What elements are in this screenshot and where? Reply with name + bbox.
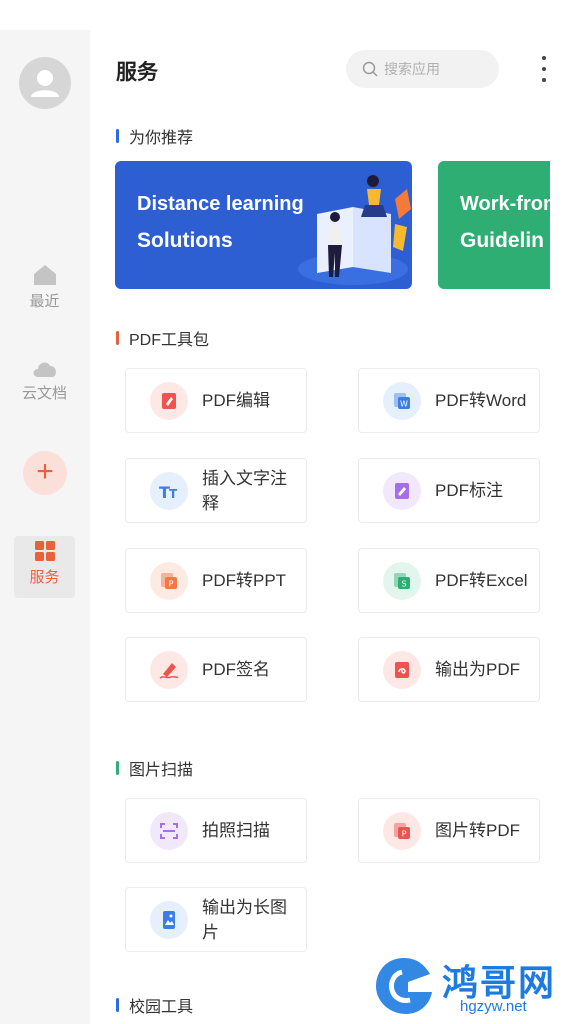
banner-work-from-home[interactable]: Work-from Guidelin — [438, 161, 550, 289]
tool-pdf-to-word[interactable]: W PDF转Word — [358, 368, 540, 433]
user-icon — [31, 70, 59, 97]
more-menu-icon[interactable] — [536, 56, 552, 82]
search-input[interactable]: 搜索应用 — [346, 50, 499, 88]
section-title: PDF工具包 — [129, 332, 210, 349]
tool-label: 图片转PDF — [435, 821, 520, 840]
pdf-markup-icon — [383, 471, 421, 510]
watermark: 鸿哥网 hgzyw.net — [372, 952, 572, 1020]
text-annotation-icon: TT — [150, 471, 188, 510]
add-button[interactable]: + — [23, 451, 67, 495]
tool-label: PDF转PPT — [202, 571, 287, 590]
search-placeholder: 搜索应用 — [384, 61, 440, 77]
sidebar: 最近 云文档 + 服务 — [0, 30, 90, 1024]
svg-text:S: S — [401, 579, 406, 588]
svg-text:W: W — [400, 399, 408, 408]
tool-pdf-to-ppt[interactable]: P PDF转PPT — [125, 548, 307, 613]
tool-label: PDF标注 — [435, 481, 503, 500]
tool-label: 拍照扫描 — [202, 821, 270, 840]
tool-label: PDF签名 — [202, 660, 270, 679]
page-title: 服务 — [116, 61, 158, 84]
section-title: 为你推荐 — [129, 130, 194, 147]
pdf-to-ppt-icon: P — [150, 561, 188, 600]
grid-icon — [34, 541, 55, 561]
tool-export-pdf[interactable]: 输出为PDF — [358, 637, 540, 702]
section-recommend: 为你推荐 — [116, 124, 193, 148]
section-campus-tools: 校园工具 — [116, 993, 193, 1017]
tool-pdf-sign[interactable]: PDF签名 — [125, 637, 307, 702]
tool-image-to-pdf[interactable]: P 图片转PDF — [358, 798, 540, 863]
avatar[interactable] — [19, 57, 71, 109]
tool-label: 输出为长图片 — [202, 897, 287, 942]
pdf-to-word-icon: W — [383, 381, 421, 420]
tool-pdf-edit[interactable]: PDF编辑 — [125, 368, 307, 433]
svg-text:T: T — [169, 487, 178, 501]
photo-scan-icon — [150, 811, 188, 850]
sidebar-item-cloud-docs[interactable]: 云文档 — [14, 352, 75, 414]
pdf-to-excel-icon: S — [383, 561, 421, 600]
section-image-scan: 图片扫描 — [116, 756, 193, 780]
tool-label: 输出为PDF — [435, 660, 520, 679]
sidebar-item-recent[interactable]: 最近 — [14, 260, 75, 322]
sidebar-item-label: 云文档 — [21, 385, 67, 402]
tool-pdf-markup[interactable]: PDF标注 — [358, 458, 540, 523]
cloud-icon — [33, 362, 56, 377]
banner-title: Distance learning — [137, 193, 304, 215]
tool-label: PDF编辑 — [202, 391, 270, 410]
home-icon — [33, 265, 56, 285]
tool-pdf-to-excel[interactable]: S PDF转Excel — [358, 548, 540, 613]
tool-label: 插入文字注释 — [202, 468, 287, 513]
tool-long-image[interactable]: 输出为长图片 — [125, 887, 307, 952]
banner-subtitle: Guidelin — [460, 229, 544, 252]
section-pdf-tools: PDF工具包 — [116, 326, 209, 350]
svg-text:P: P — [169, 579, 174, 588]
tool-label: PDF转Excel — [435, 571, 528, 590]
export-pdf-icon — [383, 650, 421, 689]
section-title: 图片扫描 — [129, 762, 194, 779]
pdf-edit-icon — [150, 381, 188, 420]
banner-distance-learning[interactable]: Distance learning Solutions — [115, 161, 412, 289]
image-to-pdf-icon: P — [383, 811, 421, 850]
book-illustration-icon — [298, 175, 411, 285]
svg-text:P: P — [402, 829, 407, 838]
pdf-sign-icon — [150, 650, 188, 689]
sidebar-item-label: 最近 — [29, 293, 60, 310]
plus-icon: + — [36, 455, 54, 488]
tool-label: PDF转Word — [435, 391, 527, 410]
search-icon — [362, 61, 378, 77]
watermark-url: hgzyw.net — [460, 998, 527, 1015]
sidebar-item-label: 服务 — [29, 569, 60, 586]
section-title: 校园工具 — [129, 999, 194, 1016]
sidebar-item-services[interactable]: 服务 — [14, 536, 75, 598]
long-image-icon — [150, 900, 188, 939]
tool-photo-scan[interactable]: 拍照扫描 — [125, 798, 307, 863]
tool-text-annotation[interactable]: TT 插入文字注释 — [125, 458, 307, 523]
banner-title: Work-from — [460, 193, 550, 215]
banner-subtitle: Solutions — [137, 229, 233, 252]
